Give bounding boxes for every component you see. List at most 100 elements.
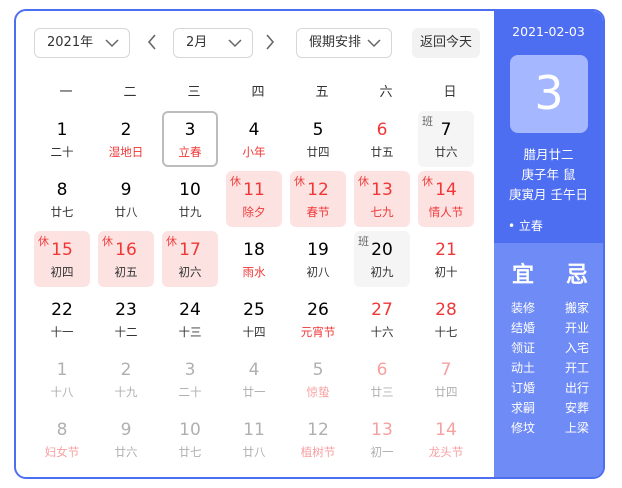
day-number: 22 (51, 300, 73, 320)
day-cell[interactable]: 22 十一 (34, 291, 90, 347)
day-number: 21 (435, 240, 457, 260)
day-number: 6 (376, 120, 388, 140)
day-cell[interactable]: 8 妇女节 (34, 411, 90, 467)
day-cell[interactable]: 14 龙头节 (418, 411, 474, 467)
day-cell[interactable]: 6 廿五 (354, 111, 410, 167)
yi-item: 装修 (510, 301, 535, 315)
weekday-label: 日 (443, 85, 457, 100)
day-number: 1 (56, 360, 68, 380)
day-cell[interactable]: 5 廿四 (290, 111, 346, 167)
day-cell[interactable]: 12 植树节 (290, 411, 346, 467)
day-number: 6 (376, 360, 388, 380)
day-number: 4 (248, 360, 260, 380)
day-cell[interactable]: 27 十六 (354, 291, 410, 347)
month-select[interactable]: 2月 (173, 28, 253, 58)
day-detail-panel: 2021-02-03 3 腊月廿二 庚子年 鼠 庚寅月 壬午日 • 立春 宜 忌… (494, 11, 603, 477)
day-cell[interactable]: 10 廿九 (162, 171, 218, 227)
chevron-down-icon (228, 39, 242, 48)
day-number: 1 (56, 120, 68, 140)
day-cell[interactable]: 19 初八 (290, 231, 346, 287)
day-cell[interactable]: 23 十二 (98, 291, 154, 347)
day-cell[interactable]: 21 初十 (418, 231, 474, 287)
lunar-label: 七九 (370, 205, 394, 219)
weekday-label: 三 (187, 85, 201, 100)
day-number: 8 (56, 180, 68, 200)
holiday-select[interactable]: 假期安排 (296, 28, 392, 58)
year-select[interactable]: 2021年 (34, 28, 130, 58)
back-to-today-button[interactable]: 返回今天 (412, 28, 480, 58)
selected-date: 2021-02-03 (512, 24, 585, 39)
prev-month-icon[interactable] (146, 33, 158, 51)
day-cell[interactable]: 休 17 初六 (162, 231, 218, 287)
day-cell[interactable]: 4 廿一 (226, 351, 282, 407)
day-number: 12 (307, 180, 329, 200)
day-number: 15 (51, 240, 73, 260)
day-number: 8 (56, 420, 68, 440)
day-cell[interactable]: 休 15 初四 (34, 231, 90, 287)
day-cell[interactable]: 休 14 情人节 (418, 171, 474, 227)
day-cell[interactable]: 13 初一 (354, 411, 410, 467)
day-number: 3 (184, 120, 196, 140)
lunar-label: 廿六 (114, 445, 138, 459)
day-cell[interactable]: 10 廿七 (162, 411, 218, 467)
day-cell[interactable]: 休 12 春节 (290, 171, 346, 227)
day-cell[interactable]: 2 湿地日 (98, 111, 154, 167)
year-select-value: 2021年 (47, 35, 94, 50)
day-number: 16 (115, 240, 137, 260)
day-cell[interactable]: 2 十九 (98, 351, 154, 407)
lunar-label: 廿五 (370, 145, 394, 159)
day-cell[interactable]: 24 十三 (162, 291, 218, 347)
lunar-label: 妇女节 (44, 445, 80, 459)
lunar-label: 初六 (178, 265, 202, 279)
day-number: 9 (120, 180, 132, 200)
ji-item: 出行 (564, 381, 589, 395)
lunar-label: 初四 (50, 265, 74, 279)
lunar-label: 十八 (50, 385, 74, 399)
day-cell[interactable]: 6 廿三 (354, 351, 410, 407)
lunar-label: 十二 (114, 325, 138, 339)
next-month-icon[interactable] (264, 33, 276, 51)
day-cell[interactable]: 3 立春 (162, 111, 218, 167)
yi-item: 结婚 (510, 321, 535, 335)
day-cell[interactable]: 25 十四 (226, 291, 282, 347)
day-cell[interactable]: 9 廿六 (98, 411, 154, 467)
day-number: 2 (120, 360, 132, 380)
day-number: 5 (312, 120, 324, 140)
day-number: 25 (243, 300, 265, 320)
day-cell[interactable]: 8 廿七 (34, 171, 90, 227)
day-number: 13 (371, 420, 393, 440)
day-number: 3 (184, 360, 196, 380)
day-cell[interactable]: 休 16 初五 (98, 231, 154, 287)
day-number: 24 (179, 300, 201, 320)
day-cell[interactable]: 18 雨水 (226, 231, 282, 287)
day-cell[interactable]: 班 7 廿六 (418, 111, 474, 167)
day-cell[interactable]: 休 11 除夕 (226, 171, 282, 227)
day-cell[interactable]: 1 十八 (34, 351, 90, 407)
lunar-label: 廿八 (242, 445, 266, 459)
weekday-label: 六 (379, 85, 393, 100)
day-cell[interactable]: 5 惊蛰 (290, 351, 346, 407)
day-number: 14 (435, 420, 457, 440)
day-cell[interactable]: 26 元宵节 (290, 291, 346, 347)
day-cell[interactable]: 1 二十 (34, 111, 90, 167)
day-cell[interactable]: 休 13 七九 (354, 171, 410, 227)
lunar-label: 雨水 (242, 265, 266, 279)
ji-item: 安葬 (564, 401, 589, 415)
day-number: 12 (307, 420, 329, 440)
day-number: 10 (179, 180, 201, 200)
day-cell[interactable]: 班 20 初九 (354, 231, 410, 287)
day-cell[interactable]: 3 二十 (162, 351, 218, 407)
day-cell[interactable]: 4 小年 (226, 111, 282, 167)
day-cell[interactable]: 7 廿四 (418, 351, 474, 407)
ji-item: 开业 (564, 321, 589, 335)
selected-day-number: 3 (510, 55, 588, 133)
lunar-label: 初一 (370, 445, 394, 459)
day-number: 13 (371, 180, 393, 200)
day-number: 14 (435, 180, 457, 200)
weekday-label: 一 (59, 85, 73, 100)
day-cell[interactable]: 11 廿八 (226, 411, 282, 467)
ji-item: 搬家 (564, 301, 589, 315)
day-cell[interactable]: 9 廿八 (98, 171, 154, 227)
day-number: 27 (371, 300, 393, 320)
day-cell[interactable]: 28 十七 (418, 291, 474, 347)
